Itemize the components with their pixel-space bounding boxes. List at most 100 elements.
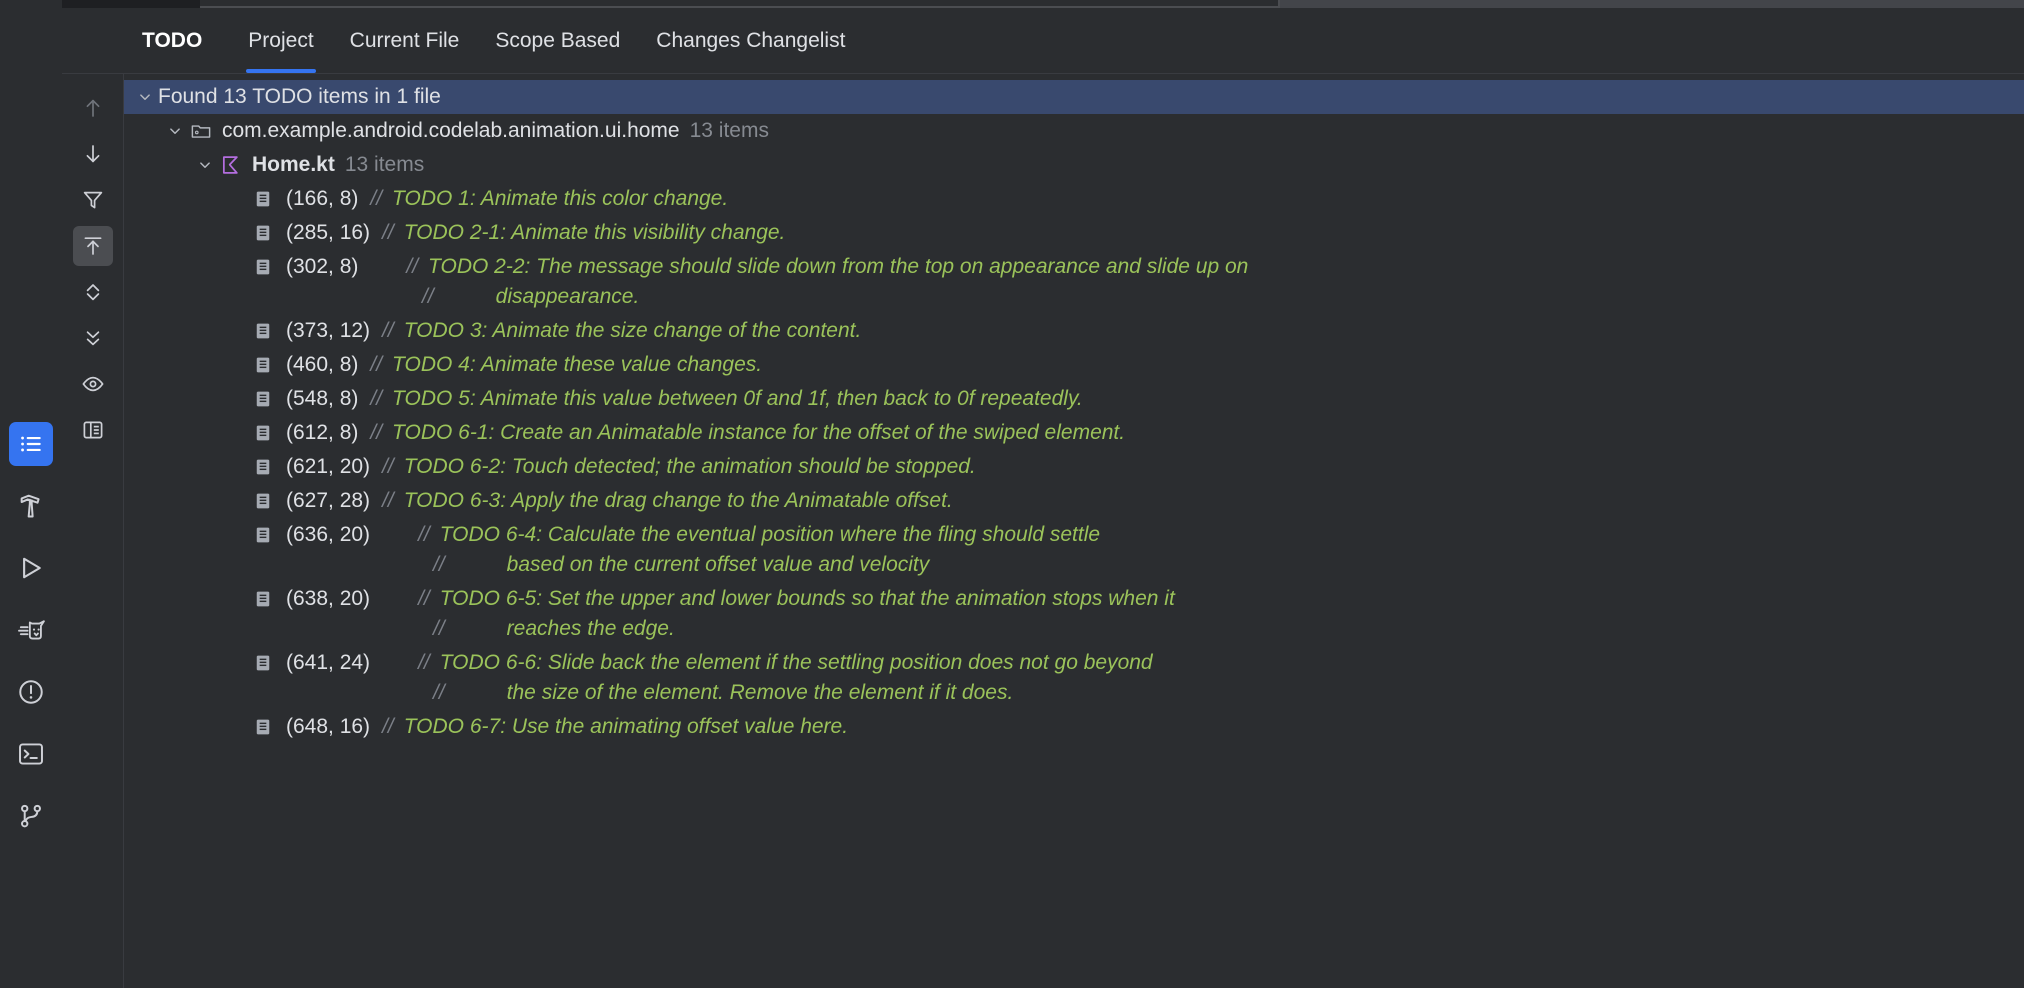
todo-note-icon xyxy=(250,484,276,518)
todo-item-first-line: (460, 8) // TODO 4: Animate these value ch… xyxy=(286,348,762,382)
todo-panel-title: TODO xyxy=(142,28,203,52)
preview-source-button[interactable] xyxy=(73,364,113,404)
todo-item-row[interactable]: (373, 12) // TODO 3: Animate the size chan… xyxy=(124,314,2024,348)
tree-row-file[interactable]: Home.kt 13 items xyxy=(124,148,2024,182)
todo-toolbar xyxy=(62,74,124,988)
todo-item-first-line: (641, 24) // TODO 6-6: Slide back the elem… xyxy=(286,646,1153,680)
play-icon xyxy=(16,553,46,583)
strip-active-window xyxy=(200,0,1278,8)
comment-marker: // xyxy=(370,387,383,410)
autoscroll-to-source-button[interactable] xyxy=(72,226,113,266)
comment-marker: // xyxy=(382,221,394,244)
todo-item-first-line: (302, 8) // TODO 2-2: The message should s… xyxy=(286,250,1248,284)
todo-tree[interactable]: Found 13 TODO items in 1 file com.exampl… xyxy=(124,74,2024,988)
todo-item-content: (612, 8) // TODO 6-1: Create an Animatable… xyxy=(286,416,1125,450)
tab-scope-based[interactable]: Scope Based xyxy=(477,8,638,73)
todo-item-first-line: (621, 20) // TODO 6-2: Touch detected; the… xyxy=(286,450,976,484)
comment-marker: // xyxy=(370,187,383,210)
todo-item-row[interactable]: (548, 8) // TODO 5: Animate this value bet… xyxy=(124,382,2024,416)
todo-item-position: (648, 16) xyxy=(286,715,371,738)
file-expand-chevron[interactable] xyxy=(192,148,218,182)
sidebar-item-run[interactable] xyxy=(9,546,53,590)
todo-item-row[interactable]: (460, 8) // TODO 4: Animate these value ch… xyxy=(124,348,2024,382)
root-expand-chevron[interactable] xyxy=(132,80,158,114)
tab-project[interactable]: Project xyxy=(230,8,331,73)
todo-item-row[interactable]: (302, 8) // TODO 2-2: The message should s… xyxy=(124,250,2024,314)
tree-row-package[interactable]: com.example.android.codelab.animation.ui… xyxy=(124,114,2024,148)
todo-item-content: (648, 16) // TODO 6-7: Use the animating o… xyxy=(286,710,848,744)
todo-item-content: (548, 8) // TODO 5: Animate this value bet… xyxy=(286,382,1083,416)
todo-item-text: TODO 3: Animate the size change of the c… xyxy=(403,319,862,342)
todo-item-position: (612, 8) xyxy=(286,421,359,444)
todo-item-content: (621, 20) // TODO 6-2: Touch detected; the… xyxy=(286,450,976,484)
root-label: Found 13 TODO items in 1 file xyxy=(158,85,441,108)
sidebar-item-problems[interactable] xyxy=(9,670,53,714)
tool-window-sidebar xyxy=(0,0,62,988)
comment-marker: // xyxy=(370,421,383,444)
strip-right xyxy=(1280,0,2024,8)
todo-item-first-line: (548, 8) // TODO 5: Animate this value bet… xyxy=(286,382,1083,416)
todo-item-content: (373, 12) // TODO 3: Animate the size chan… xyxy=(286,314,861,348)
filter-button[interactable] xyxy=(73,180,113,220)
window-top-strip xyxy=(62,0,2024,8)
tab-changes-changelist[interactable]: Changes Changelist xyxy=(638,8,863,73)
todo-item-row[interactable]: (166, 8) // TODO 1: Animate this color cha… xyxy=(124,182,2024,216)
todo-item-row[interactable]: (627, 28) // TODO 6-3: Apply the drag chan… xyxy=(124,484,2024,518)
comment-marker: // xyxy=(418,587,430,610)
todo-item-list: (166, 8) // TODO 1: Animate this color cha… xyxy=(124,182,2024,744)
todo-item-first-line: (166, 8) // TODO 1: Animate this color cha… xyxy=(286,182,728,216)
todo-item-content: (302, 8) // TODO 2-2: The message should s… xyxy=(286,250,1248,314)
todo-tabbar: TODO Project Current File Scope Based Ch… xyxy=(62,8,2024,74)
tree-row-root[interactable]: Found 13 TODO items in 1 file xyxy=(124,80,2024,114)
sidebar-item-todo[interactable] xyxy=(9,422,53,466)
tab-current-file[interactable]: Current File xyxy=(332,8,478,73)
sidebar-item-version-control[interactable] xyxy=(9,794,53,838)
expand-collapse-button[interactable] xyxy=(73,272,113,312)
todo-item-first-line: (638, 20) // TODO 6-5: Set the upper and l… xyxy=(286,582,1175,616)
sidebar-item-terminal[interactable] xyxy=(9,732,53,776)
package-item-count: 13 items xyxy=(689,119,769,142)
next-occurrence-button[interactable] xyxy=(73,134,113,174)
layout-settings-button[interactable] xyxy=(73,410,113,450)
todo-note-icon xyxy=(250,582,276,616)
todo-body: Found 13 TODO items in 1 file com.exampl… xyxy=(62,74,2024,988)
previous-occurrence-button[interactable] xyxy=(73,88,113,128)
todo-note-icon xyxy=(250,646,276,680)
todo-item-position: (636, 20) xyxy=(286,523,371,546)
cat-icon xyxy=(16,615,46,645)
todo-item-row[interactable]: (285, 16) // TODO 2-1: Animate this visibi… xyxy=(124,216,2024,250)
package-folder-icon xyxy=(188,114,214,148)
package-expand-chevron[interactable] xyxy=(162,114,188,148)
comment-marker: // xyxy=(433,681,445,704)
todo-item-row[interactable]: (641, 24) // TODO 6-6: Slide back the elem… xyxy=(124,646,2024,710)
todo-note-icon xyxy=(250,182,276,216)
todo-item-row[interactable]: (638, 20) // TODO 6-5: Set the upper and l… xyxy=(124,582,2024,646)
sidebar-item-build[interactable] xyxy=(9,484,53,528)
todo-item-position: (166, 8) xyxy=(286,187,359,210)
comment-marker: // xyxy=(418,523,430,546)
todo-item-row[interactable]: (612, 8) // TODO 6-1: Create an Animatable… xyxy=(124,416,2024,450)
todo-item-continuation-text: disappearance. xyxy=(495,285,640,308)
todo-item-first-line: (648, 16) // TODO 6-7: Use the animating o… xyxy=(286,710,848,744)
todo-item-text: TODO 6-2: Touch detected; the animation … xyxy=(403,455,976,478)
todo-item-position: (621, 20) xyxy=(286,455,371,478)
hammer-icon xyxy=(17,492,45,520)
todo-item-row[interactable]: (648, 16) // TODO 6-7: Use the animating o… xyxy=(124,710,2024,744)
todo-item-text: TODO 2-2: The message should slide down … xyxy=(428,255,1249,278)
panel-layout-icon xyxy=(81,418,105,442)
arrow-up-icon xyxy=(81,96,105,120)
sidebar-item-logcat[interactable] xyxy=(9,608,53,652)
todo-item-content: (460, 8) // TODO 4: Animate these value ch… xyxy=(286,348,762,382)
file-label: Home.kt xyxy=(252,153,335,176)
todo-item-row[interactable]: (621, 20) // TODO 6-2: Touch detected; the… xyxy=(124,450,2024,484)
collapse-all-icon xyxy=(81,326,105,350)
comment-marker: // xyxy=(382,715,394,738)
todo-main-panel: TODO Project Current File Scope Based Ch… xyxy=(62,0,2024,988)
todo-note-icon xyxy=(250,382,276,416)
todo-item-row[interactable]: (636, 20) // TODO 6-4: Calculate the event… xyxy=(124,518,2024,582)
comment-marker: // xyxy=(382,455,394,478)
todo-item-first-line: (612, 8) // TODO 6-1: Create an Animatable… xyxy=(286,416,1125,450)
comment-marker: // xyxy=(433,617,445,640)
todo-item-text: TODO 1: Animate this color change. xyxy=(392,187,729,210)
collapse-all-button[interactable] xyxy=(73,318,113,358)
